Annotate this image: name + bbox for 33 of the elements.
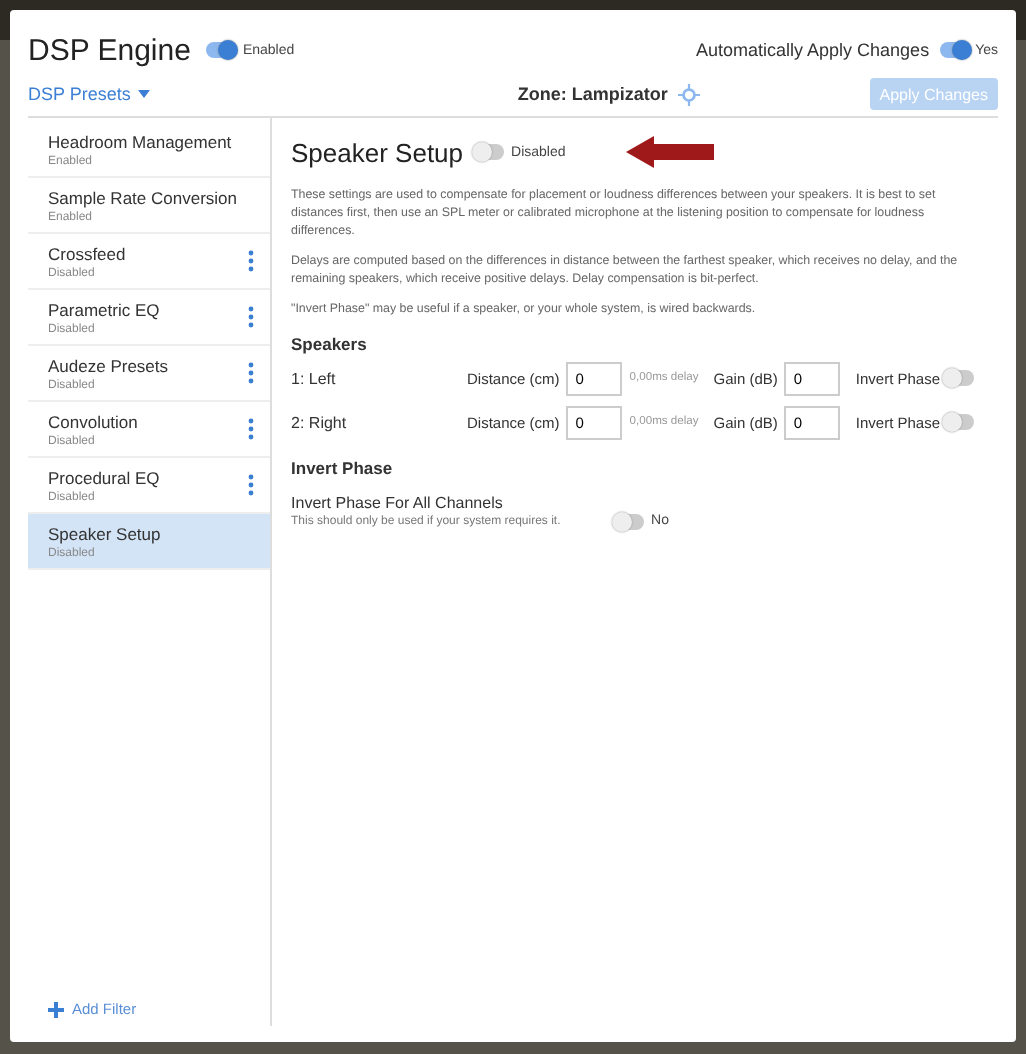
toggle-switch[interactable] [946, 414, 974, 430]
presets-dropdown[interactable]: DSP Presets [28, 84, 348, 104]
filter-name: Convolution [48, 411, 140, 431]
kebab-menu-icon[interactable] [247, 418, 254, 440]
kebab-menu-icon[interactable] [247, 306, 254, 328]
toggle-switch[interactable] [475, 144, 504, 160]
kebab-menu-icon[interactable] [247, 250, 254, 272]
toggle-switch[interactable] [206, 42, 235, 58]
kebab-menu-icon[interactable] [247, 474, 254, 496]
filter-name: Procedural EQ [48, 467, 162, 487]
zone-label: Zone: Lampizator [517, 84, 668, 104]
filter-name: Headroom Management [48, 131, 234, 151]
crosshair-icon[interactable] [677, 83, 700, 105]
arrow-icon [625, 136, 714, 168]
filter-name: Crossfeed [48, 243, 128, 263]
invert-all-label: Invert Phase For All Channels [291, 494, 505, 512]
dialog-title: DSP Engine [28, 33, 191, 67]
toggle-switch[interactable] [946, 370, 974, 386]
speaker-name: 2: Right [291, 413, 349, 431]
speaker-name: 1: Left [291, 369, 338, 387]
kebab-menu-icon[interactable] [247, 362, 254, 384]
filter-name: Sample Rate Conversion [48, 187, 239, 207]
filter-name: Parametric EQ [48, 299, 162, 319]
section-heading: Speakers [291, 334, 369, 354]
filter-name: Speaker Setup [48, 523, 163, 543]
plus-icon [48, 1001, 64, 1017]
filter-name: Audeze Presets [48, 355, 171, 375]
caret-icon [138, 90, 151, 98]
panel-title: Speaker Setup [291, 137, 464, 167]
toggle-switch[interactable] [615, 514, 644, 530]
auto-apply-label: Automatically Apply Changes [696, 40, 930, 60]
section-heading: Invert Phase [291, 458, 395, 478]
toggle-switch[interactable] [939, 42, 968, 58]
